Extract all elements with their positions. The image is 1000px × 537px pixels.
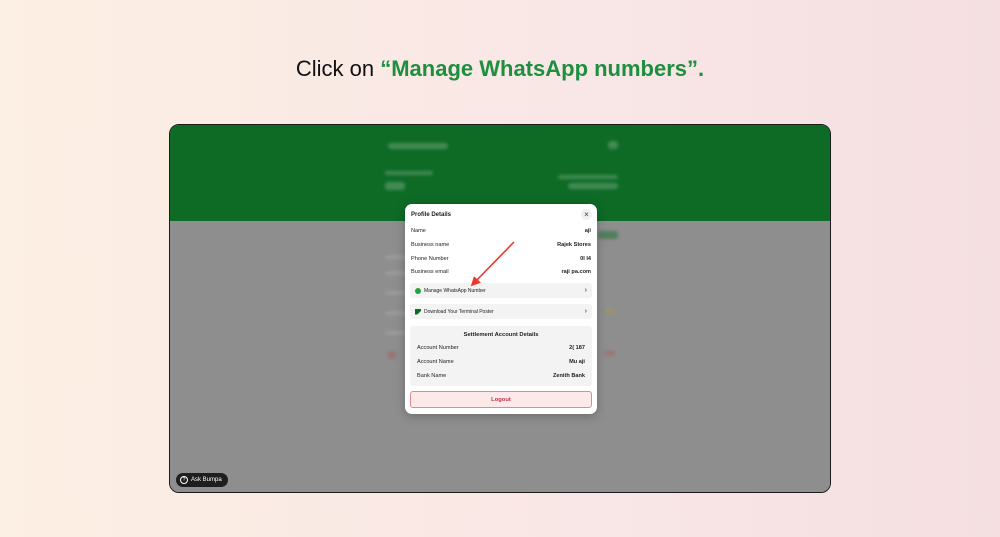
profile-details-modal: Profile Details × Name aji Business name…	[405, 204, 597, 414]
instruction-text: Click on “Manage WhatsApp numbers”.	[0, 56, 1000, 82]
field-value: Rajek Stores	[557, 242, 591, 248]
settlement-label: Account Number	[417, 345, 459, 351]
field-value: aji	[584, 228, 591, 234]
download-poster-button[interactable]: Download Your Terminal Poster ›	[410, 304, 592, 319]
settlement-value: Mu aji	[569, 359, 585, 365]
settlement-row-bank-name: Bank Name Zenith Bank	[417, 372, 585, 380]
chevron-right-icon: ›	[584, 308, 587, 315]
whatsapp-icon	[415, 287, 421, 294]
field-row-business-name: Business name Rajek Stores	[411, 241, 591, 249]
field-label: Name	[411, 228, 426, 234]
field-row-email: Business email raji pa.com	[411, 268, 591, 276]
manage-whatsapp-label: Manage WhatsApp Number	[424, 287, 486, 294]
app-screenshot-frame: ? Ask Bumpa Profile Details × Name aji B…	[169, 124, 831, 493]
download-poster-label: Download Your Terminal Poster	[424, 308, 494, 315]
settlement-value: 2( 187	[569, 345, 585, 351]
logout-button[interactable]: Logout	[410, 391, 592, 408]
ask-bumpa-button[interactable]: ? Ask Bumpa	[176, 473, 228, 487]
chevron-right-icon: ›	[584, 287, 587, 294]
field-label: Phone Number	[411, 256, 449, 262]
instruction-highlight: “Manage WhatsApp numbers”.	[380, 56, 705, 81]
settlement-label: Account Name	[417, 359, 454, 365]
poster-icon	[415, 308, 421, 315]
settlement-value: Zenith Bank	[552, 373, 585, 379]
field-row-phone: Phone Number 0I I4	[411, 255, 591, 263]
settlement-row-account-name: Account Name Mu aji	[417, 358, 585, 366]
ask-bumpa-label: Ask Bumpa	[191, 477, 222, 483]
field-row-name: Name aji	[411, 227, 591, 235]
close-icon[interactable]: ×	[581, 209, 592, 220]
instruction-prefix: Click on	[295, 56, 381, 81]
manage-whatsapp-button[interactable]: Manage WhatsApp Number ›	[410, 283, 592, 298]
settlement-row-account-number: Account Number 2( 187	[417, 344, 585, 352]
field-value: raji pa.com	[561, 269, 591, 275]
settlement-title: Settlement Account Details	[463, 332, 539, 338]
field-label: Business email	[411, 269, 449, 275]
modal-title: Profile Details	[411, 212, 452, 218]
settlement-label: Bank Name	[417, 373, 447, 379]
settlement-details-panel: Settlement Account Details Account Numbe…	[410, 326, 592, 386]
field-label: Business name	[411, 242, 450, 248]
question-circle-icon: ?	[180, 476, 188, 484]
field-value: 0I I4	[580, 256, 591, 262]
